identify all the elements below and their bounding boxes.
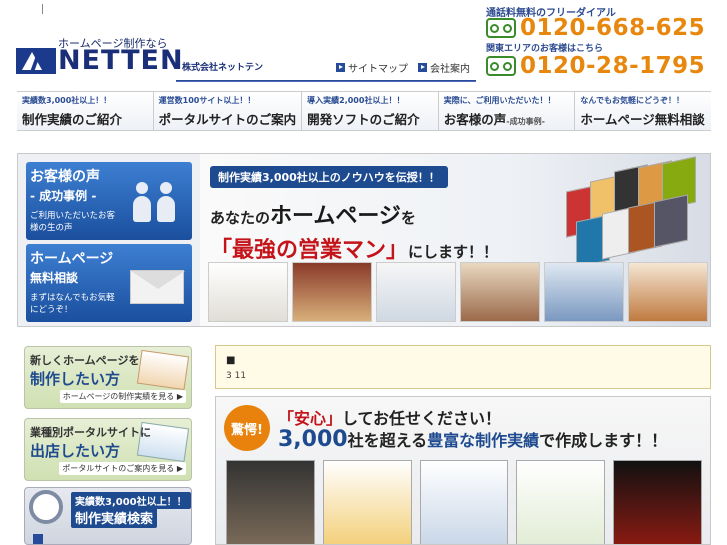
new-site-link[interactable]: ホームページの制作実績を見る ▶ — [59, 390, 186, 403]
banner-post: で作成します！！ — [539, 431, 668, 450]
hl1-big: ホームページ — [270, 203, 401, 229]
nav-sub-label: なんでもお気軽にどうぞ！！ — [580, 96, 684, 105]
consult-card-desc: まずはなんでもお気軽にどうぞ！ — [30, 293, 115, 315]
banner-mid: 社を超える — [347, 431, 428, 450]
banner-line-1: 「安心」してお任せください！ — [278, 405, 501, 429]
new-site-big: 制作したい方 — [30, 370, 121, 388]
news-marker: ■ — [226, 355, 236, 366]
nav-main-label: お客様の声-成功事例- — [444, 109, 570, 128]
free-dial-icon — [486, 56, 516, 76]
banner-line1-post: してお任せください！ — [342, 409, 502, 428]
new-site-box[interactable]: 新しくホームページを 制作したい方 ホームページの制作実績を見る ▶ — [24, 346, 192, 409]
phone-kanto-number: 0120-28-1795 — [520, 53, 706, 79]
nav-item-voice[interactable]: 実際に、ご利用いただいた！！ お客様の声-成功事例- — [439, 92, 576, 130]
hl2-post: にします！！ — [408, 243, 499, 261]
envelope-icon — [130, 270, 185, 304]
header-divider — [42, 4, 43, 14]
works-banner[interactable]: 驚愕! 「安心」してお任せください！ 3,000社を超える豊富な制作実績で作成し… — [215, 396, 711, 545]
hero-thumbnails — [208, 262, 708, 322]
sitemap-link-label: サイトマップ — [348, 64, 408, 75]
nav-main-label: ホームページ無料相談 — [580, 112, 705, 127]
new-site-title: 新しくホームページを — [30, 354, 140, 367]
arrow-bullet-icon — [33, 534, 43, 544]
phone-main-number: 0120-668-625 — [520, 15, 706, 41]
consult-card-title: ホームページ — [30, 251, 114, 267]
portal-shop-link[interactable]: ポータルサイトのご案内を見る ▶ — [59, 462, 186, 475]
company-name: 株式会社ネットテン — [182, 63, 264, 73]
hero-area: お客様の声 - 成功事例 - ご利用いただいたお客様の生の声 ホームページ 無料… — [17, 153, 711, 327]
banner-anshin: 「安心」 — [278, 409, 343, 428]
banner-line-2: 3,000社を超える豊富な制作実績で作成します！！ — [278, 427, 667, 452]
nav-sub-label: 実際に、ご利用いただいた！！ — [443, 96, 556, 105]
site-sample-icon — [136, 349, 190, 391]
nav-main-label: ポータルサイトのご案内 — [158, 112, 297, 127]
voice-card-sub: - 成功事例 - — [30, 189, 97, 203]
nav-main-text: お客様の声 — [443, 112, 507, 127]
voice-card-desc: ご利用いただいたお客様の生の声 — [30, 211, 116, 233]
header-rule — [176, 80, 476, 82]
hero-banner[interactable]: 制作実績3,000社以上のノウハウを伝授！！ あなたのホームページを 「最強の営… — [200, 154, 710, 326]
nav-main-label: 制作実績のご紹介 — [22, 112, 123, 127]
works-search-box[interactable]: 実績数3,000社以上！！ 制作実績検索 — [24, 487, 192, 545]
hl1-post: を — [400, 209, 416, 227]
hl2-big: 「最強の営業マン」 — [210, 237, 409, 263]
nav-main-label: 開発ソフトのご紹介 — [307, 112, 420, 127]
phone-main[interactable]: 0120-668-625 — [486, 15, 705, 41]
news-box: ■ 3 11 — [215, 345, 711, 389]
magnifier-icon — [29, 490, 63, 524]
free-dial-icon — [486, 18, 516, 38]
nav-sub-label: 実績数3,000社以上！！ — [22, 96, 112, 105]
arrow-bullet-icon — [418, 63, 427, 72]
nav-sub-label: 導入実績2,000社以上！！ — [307, 96, 405, 105]
nav-item-works[interactable]: 実績数3,000社以上！！ 制作実績のご紹介 — [17, 92, 154, 130]
voice-card-title: お客様の声 — [30, 169, 100, 185]
portal-shop-title: 業種別ポータルサイトに — [30, 426, 151, 439]
consult-card[interactable]: ホームページ 無料相談 まずはなんでもお気軽にどうぞ！ — [26, 244, 192, 322]
banner-highlight: 豊富な制作実績 — [427, 431, 540, 450]
company-info-link-label: 会社案内 — [430, 64, 470, 75]
voice-card[interactable]: お客様の声 - 成功事例 - ご利用いただいたお客様の生の声 — [26, 162, 192, 240]
hl1-pre: あなたの — [210, 209, 271, 227]
phone-kanto[interactable]: 0120-28-1795 — [486, 53, 705, 79]
hero-ribbon: 制作実績3,000社以上のノウハウを伝授！！ — [210, 166, 448, 188]
portal-shop-box[interactable]: 業種別ポータルサイトに 出店したい方 ポータルサイトのご案内を見る ▶ — [24, 418, 192, 481]
consult-card-sub: 無料相談 — [30, 271, 79, 285]
nav-item-software[interactable]: 導入実績2,000社以上！！ 開発ソフトのご紹介 — [302, 92, 439, 130]
global-nav: 実績数3,000社以上！！ 制作実績のご紹介 運営数100サイト以上！！ ポータ… — [17, 91, 711, 131]
nav-item-portal[interactable]: 運営数100サイト以上！！ ポータルサイトのご案内 — [154, 92, 303, 130]
nav-suffix: -成功事例- — [506, 117, 545, 126]
banner-number: 3,000 — [278, 427, 348, 452]
nav-sub-label: 運営数100サイト以上！！ — [158, 96, 256, 105]
sitemap-link[interactable]: サイトマップ — [336, 60, 408, 75]
hero-headline-1: あなたのホームページを — [210, 198, 416, 230]
company-info-link[interactable]: 会社案内 — [418, 60, 470, 75]
people-icon — [130, 182, 184, 232]
site-header: ホームページ制作なら NETTEN 株式会社ネットテン サイトマップ 会社案内 … — [0, 0, 727, 90]
surprise-badge: 驚愕! — [224, 405, 270, 451]
logo-icon[interactable] — [16, 48, 56, 74]
nav-item-consult[interactable]: なんでもお気軽にどうぞ！！ ホームページ無料相談 — [575, 92, 711, 130]
search-title: 制作実績検索 — [71, 507, 158, 528]
hero-headline-2: 「最強の営業マン」にします！！ — [210, 232, 498, 264]
banner-screenshots — [226, 460, 702, 544]
brand-name[interactable]: NETTEN — [58, 45, 184, 76]
website-collage — [566, 156, 706, 268]
portal-shop-big: 出店したい方 — [30, 442, 121, 460]
news-date: 3 11 — [226, 371, 247, 381]
arrow-bullet-icon — [336, 63, 345, 72]
